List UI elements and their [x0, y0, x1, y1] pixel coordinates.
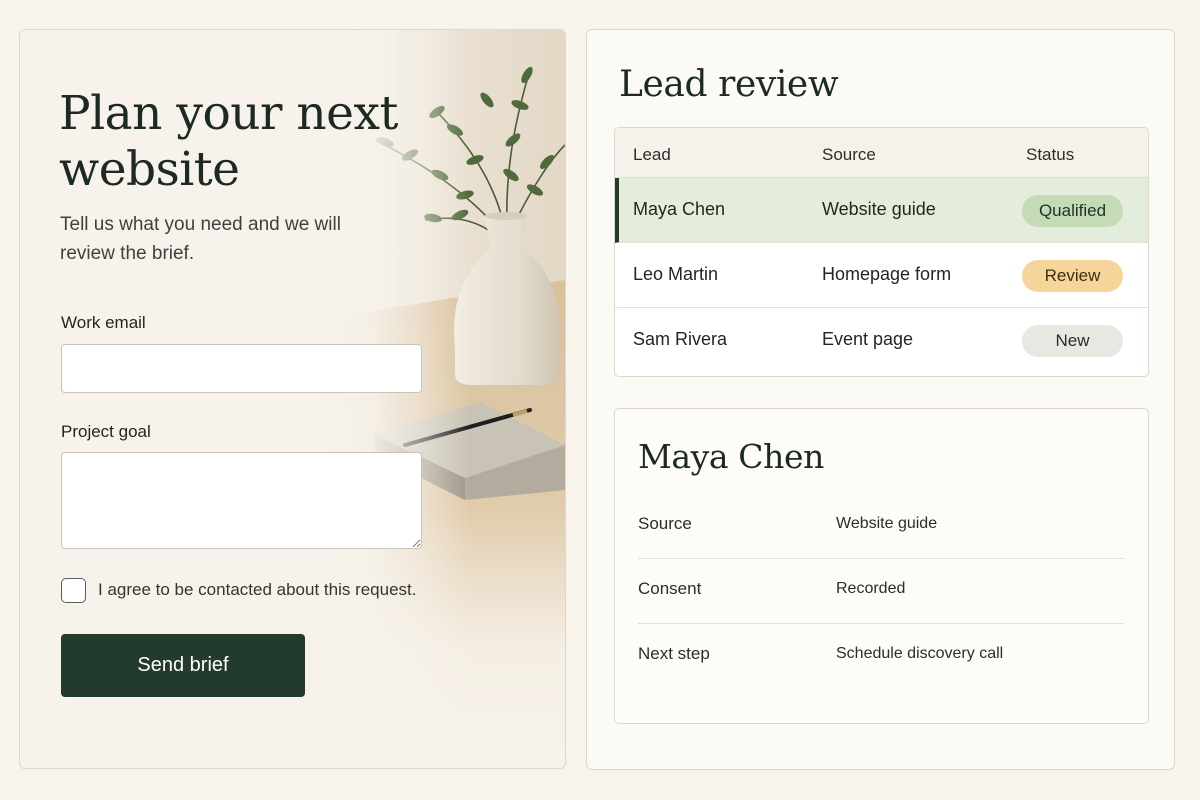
detail-row-source: Source Website guide [638, 494, 1124, 559]
project-goal-textarea[interactable] [61, 452, 422, 549]
lead-detail-card: Maya Chen Source Website guide Consent R… [614, 408, 1149, 724]
project-goal-label: Project goal [61, 422, 151, 441]
column-header-lead[interactable]: Lead [633, 145, 671, 165]
consent-row: I agree to be contacted about this reque… [61, 577, 417, 603]
table-row-maya-chen[interactable]: Maya Chen Website guide Qualified [615, 178, 1148, 243]
detail-label: Source [638, 514, 692, 533]
lead-source: Website guide [822, 199, 936, 219]
lead-source: Homepage form [822, 264, 952, 284]
status-badge: Review [1022, 260, 1123, 292]
work-email-label: Work email [61, 313, 146, 332]
detail-row-consent: Consent Recorded [638, 559, 1124, 624]
lead-name: Maya Chen [633, 199, 726, 219]
consent-checkbox[interactable] [61, 577, 86, 603]
detail-value: Recorded [836, 580, 906, 597]
detail-lead-name: Maya Chen [638, 437, 824, 476]
consent-label: I agree to be contacted about this reque… [98, 580, 417, 599]
table-header: Lead Source Status [615, 128, 1148, 178]
detail-row-next-step: Next step Schedule discovery call [638, 624, 1124, 689]
lead-name: Leo Martin [633, 264, 719, 284]
lead-name: Sam Rivera [633, 329, 728, 349]
form-subtitle: Tell us what you need and we will review… [60, 214, 341, 264]
lead-review-panel: Lead review Lead Source Status Maya Chen… [586, 29, 1175, 770]
column-header-source[interactable]: Source [822, 145, 876, 165]
column-header-status[interactable]: Status [1026, 145, 1074, 165]
send-brief-button[interactable]: Send brief [61, 634, 305, 697]
leads-table: Lead Source Status Maya Chen Website gui… [614, 127, 1149, 377]
detail-label: Consent [638, 579, 702, 598]
detail-value: Schedule discovery call [836, 645, 1004, 662]
detail-value: Website guide [836, 515, 938, 532]
form-title: Plan your next website [59, 86, 398, 197]
table-row-leo-martin[interactable]: Leo Martin Homepage form Review [615, 243, 1148, 308]
table-row-sam-rivera[interactable]: Sam Rivera Event page New [615, 308, 1148, 373]
lead-source: Event page [822, 329, 914, 349]
status-badge: Qualified [1022, 195, 1123, 227]
status-badge: New [1022, 325, 1123, 357]
work-email-input[interactable] [61, 344, 422, 393]
lead-review-title: Lead review [619, 64, 839, 105]
brief-form-panel: Plan your next website Tell us what you … [19, 29, 566, 769]
detail-label: Next step [638, 644, 710, 663]
